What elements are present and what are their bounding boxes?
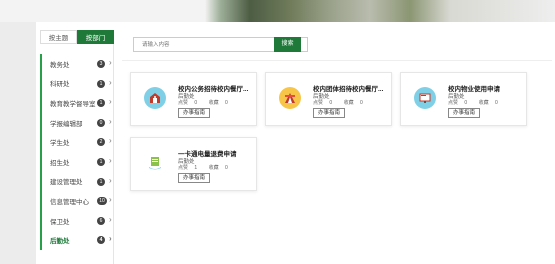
monitor-icon <box>414 87 436 109</box>
guide-button[interactable]: 办事指南 <box>313 108 346 118</box>
department-list: 教务处 3 › 科研处 1 › 教育教学督导室 1 › 学报编辑部 0 › 学生… <box>36 54 113 250</box>
sidebar-item[interactable]: 科研处 1 › <box>40 73 113 94</box>
chevron-right-icon: › <box>109 58 112 67</box>
building-icon <box>144 87 166 109</box>
sidebar-item-label: 学报编辑部 <box>50 120 83 128</box>
sidebar-item[interactable]: 学生处 2 › <box>40 132 113 152</box>
sidebar-item[interactable]: 学报编辑部 0 › <box>40 112 113 133</box>
sidebar-item-label: 后勤处 <box>50 238 70 246</box>
service-card[interactable]: 一卡通电量退费申请 后勤处 点赞 1 收藏 0 办事指南 <box>130 137 257 191</box>
sidebar-item[interactable]: 建设管理处 1 › <box>40 171 113 192</box>
divider <box>122 60 552 61</box>
tab-by-department[interactable]: 按部门 <box>77 30 114 44</box>
sidebar-item[interactable]: 信息管理中心 10 › <box>40 191 113 211</box>
guide-button[interactable]: 办事指南 <box>178 173 211 183</box>
chevron-right-icon: › <box>109 155 112 165</box>
service-card[interactable]: 校内公务招待校内餐厅... 后勤处 点赞 0 收藏 0 办事指南 <box>130 72 257 126</box>
card-stats: 点赞 0 收藏 0 <box>313 100 363 106</box>
sidebar-tabs: 按主题 按部门 <box>40 30 114 44</box>
count-badge: 2 <box>97 138 105 147</box>
count-badge: 1 <box>97 157 105 166</box>
count-badge: 0 <box>97 118 105 127</box>
main-panel: 按主题 按部门 教务处 3 › 科研处 1 › 教育教学督导室 1 › 学报编辑… <box>36 22 555 264</box>
count-badge: 4 <box>97 236 105 245</box>
service-card[interactable]: 校内物业使用申请 后勤处 点赞 0 收藏 0 办事指南 <box>400 72 527 126</box>
department-sidebar: 按主题 按部门 教务处 3 › 科研处 1 › 教育教学督导室 1 › 学报编辑… <box>36 30 114 264</box>
sidebar-item[interactable]: 教育教学督导室 1 › <box>40 93 113 113</box>
count-badge: 10 <box>97 197 107 206</box>
top-banner-image <box>0 0 555 22</box>
chevron-right-icon: › <box>109 136 112 146</box>
sidebar-item-label: 信息管理中心 <box>50 198 89 206</box>
count-badge: 1 <box>97 99 105 108</box>
sidebar-item-label: 科研处 <box>50 81 70 89</box>
guide-button[interactable]: 办事指南 <box>448 108 481 118</box>
tab-by-topic[interactable]: 按主题 <box>40 30 77 44</box>
service-card[interactable]: 校内团体招待校内餐厅... 后勤处 点赞 0 收藏 0 办事指南 <box>265 72 392 126</box>
sidebar-item-active[interactable]: 后勤处 4 › <box>40 230 113 250</box>
count-badge: 1 <box>97 177 105 186</box>
search-button[interactable]: 搜索 <box>274 37 301 52</box>
chevron-right-icon: › <box>109 214 112 224</box>
sidebar-item-label: 保卫处 <box>50 218 70 226</box>
count-badge: 6 <box>97 216 105 225</box>
count-badge: 3 <box>97 60 105 68</box>
sidebar-item[interactable]: 教务处 3 › <box>40 54 113 74</box>
card-stats: 点赞 0 收藏 0 <box>448 100 498 106</box>
sidebar-item-label: 教务处 <box>50 61 70 69</box>
chevron-right-icon: › <box>109 195 112 205</box>
guide-button[interactable]: 办事指南 <box>178 108 211 118</box>
chevron-right-icon: › <box>109 77 112 87</box>
chevron-right-icon: › <box>109 97 112 107</box>
chevron-right-icon: › <box>109 234 112 244</box>
tent-icon <box>279 87 301 109</box>
sidebar-item[interactable]: 保卫处 6 › <box>40 210 113 231</box>
chevron-right-icon: › <box>109 116 112 126</box>
card-stats: 点赞 1 收藏 0 <box>178 165 228 171</box>
sidebar-item-label: 教育教学督导室 <box>50 100 96 108</box>
count-badge: 1 <box>97 79 105 88</box>
sidebar-item-label: 建设管理处 <box>50 179 83 187</box>
chevron-right-icon: › <box>109 175 112 185</box>
sidebar-item[interactable]: 招生处 1 › <box>40 151 113 172</box>
sidebar-item-label: 招生处 <box>50 159 70 167</box>
card-hand-icon <box>144 152 166 174</box>
sidebar-item-label: 学生处 <box>50 140 70 148</box>
card-stats: 点赞 0 收藏 0 <box>178 100 228 106</box>
